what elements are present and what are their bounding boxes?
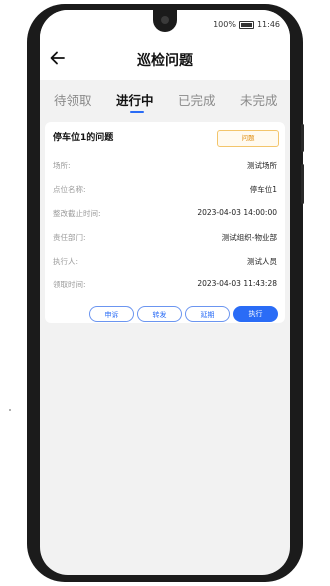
issue-type-badge: 问题 [217, 130, 279, 147]
field-label: 整改截止时间: [53, 209, 101, 218]
field-value: 测试场所 [247, 161, 277, 170]
appeal-button[interactable]: 申诉 [89, 306, 134, 322]
clock: 11:46 [256, 20, 280, 29]
field-label: 场所: [53, 161, 71, 170]
field-value: 停车位1 [249, 185, 277, 194]
field-deadline: 整改截止时间: 2023-04-03 14:00:00 [53, 208, 277, 220]
status-right: 100% 11:46 [213, 20, 280, 29]
screen: 100% 11:46 巡检问题 待领取 进行中 已完成 未完成 停车位1的问题 … [40, 10, 290, 575]
field-executor: 执行人: 测试人员 [53, 256, 277, 268]
active-tab-indicator [130, 111, 144, 113]
field-location: 场所: 测试场所 [53, 160, 277, 172]
field-value: 2023-04-03 14:00:00 [197, 208, 277, 217]
field-label: 执行人: [53, 257, 79, 266]
volume-button [301, 124, 304, 152]
transfer-button[interactable]: 转发 [137, 306, 182, 322]
issue-card[interactable]: 停车位1的问题 问题 场所: 测试场所 点位名称: 停车位1 整改截止时间: 2… [45, 122, 285, 323]
app-header: 巡检问题 [40, 38, 290, 80]
field-value: 测试组织-物业部 [221, 233, 277, 242]
battery-percent: 100% [213, 20, 236, 29]
extend-button[interactable]: 延期 [185, 306, 230, 322]
field-value: 测试人员 [247, 257, 277, 266]
status-bar: 100% 11:46 [40, 10, 290, 38]
field-label: 点位名称: [53, 185, 86, 194]
tab-completed[interactable]: 已完成 [178, 90, 216, 109]
issue-title: 停车位1的问题 [53, 133, 114, 143]
tab-pending-claim[interactable]: 待领取 [54, 90, 92, 109]
background-speck [9, 409, 11, 411]
tab-in-progress[interactable]: 进行中 [116, 90, 154, 109]
field-point-name: 点位名称: 停车位1 [53, 184, 277, 196]
field-label: 责任部门: [53, 233, 86, 242]
execute-button[interactable]: 执行 [233, 306, 278, 322]
notch [153, 10, 177, 32]
field-department: 责任部门: 测试组织-物业部 [53, 232, 277, 244]
camera-icon [161, 16, 169, 24]
power-button [301, 164, 304, 204]
tab-incomplete[interactable]: 未完成 [240, 90, 278, 109]
field-claim-time: 领取时间: 2023-04-03 11:43:28 [53, 279, 277, 291]
battery-icon [238, 20, 254, 29]
field-label: 领取时间: [53, 280, 86, 289]
tab-bar: 待领取 进行中 已完成 未完成 [40, 80, 290, 116]
page-title: 巡检问题 [137, 53, 193, 69]
field-value: 2023-04-03 11:43:28 [197, 279, 277, 288]
